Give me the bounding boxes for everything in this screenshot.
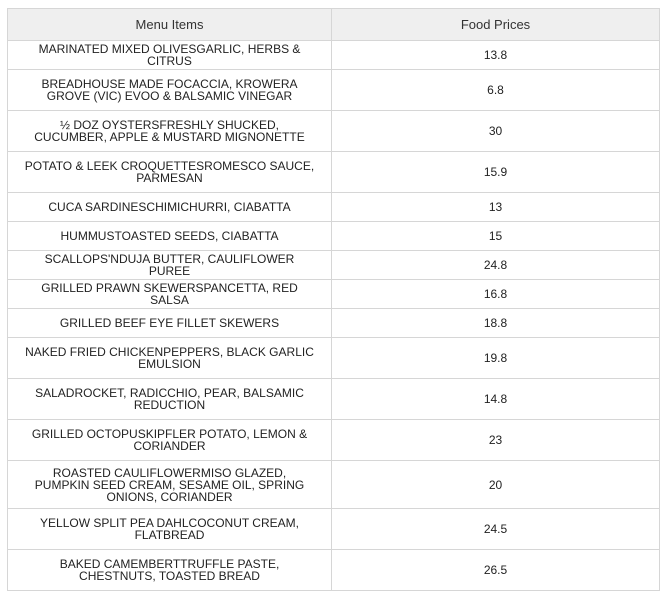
table-body: MARINATED MIXED OLIVESGARLIC, HERBS & CI… <box>7 40 660 591</box>
table-row: HUMMUSTOASTED SEEDS, CIABATTA 15 <box>7 221 660 251</box>
menu-item-cell: GRILLED PRAWN SKEWERSPANCETTA, RED SALSA <box>7 279 332 309</box>
food-price-cell: 14.8 <box>331 378 660 420</box>
table-row: BREADHOUSE MADE FOCACCIA, KROWERA GROVE … <box>7 69 660 111</box>
menu-table-container: Menu Items Food Prices MARINATED MIXED O… <box>7 8 660 591</box>
table-row: ½ DOZ OYSTERSFRESHLY SHUCKED, CUCUMBER, … <box>7 110 660 152</box>
menu-item-cell: NAKED FRIED CHICKENPEPPERS, BLACK GARLIC… <box>7 337 332 379</box>
menu-item-cell: MARINATED MIXED OLIVESGARLIC, HERBS & CI… <box>7 40 332 70</box>
food-price-cell: 13.8 <box>331 40 660 70</box>
table-row: GRILLED PRAWN SKEWERSPANCETTA, RED SALSA… <box>7 279 660 309</box>
food-price-cell: 20 <box>331 460 660 509</box>
column-header-menu-items[interactable]: Menu Items <box>7 8 332 41</box>
food-price-cell: 18.8 <box>331 308 660 338</box>
menu-item-cell: BAKED CAMEMBERTTRUFFLE PASTE, CHESTNUTS,… <box>7 549 332 591</box>
food-price-cell: 16.8 <box>331 279 660 309</box>
menu-item-cell: SALADROCKET, RADICCHIO, PEAR, BALSAMIC R… <box>7 378 332 420</box>
table-row: GRILLED BEEF EYE FILLET SKEWERS 18.8 <box>7 308 660 338</box>
table-row: NAKED FRIED CHICKENPEPPERS, BLACK GARLIC… <box>7 337 660 379</box>
table-row: CUCA SARDINESCHIMICHURRI, CIABATTA 13 <box>7 192 660 222</box>
menu-item-cell: GRILLED BEEF EYE FILLET SKEWERS <box>7 308 332 338</box>
food-price-cell: 15.9 <box>331 151 660 193</box>
food-price-cell: 6.8 <box>331 69 660 111</box>
menu-item-cell: CUCA SARDINESCHIMICHURRI, CIABATTA <box>7 192 332 222</box>
table-row: POTATO & LEEK CROQUETTESROMESCO SAUCE, P… <box>7 151 660 193</box>
table-row: MARINATED MIXED OLIVESGARLIC, HERBS & CI… <box>7 40 660 70</box>
food-price-cell: 24.5 <box>331 508 660 550</box>
table-row: ROASTED CAULIFLOWERMISO GLAZED, PUMPKIN … <box>7 460 660 509</box>
table-row: BAKED CAMEMBERTTRUFFLE PASTE, CHESTNUTS,… <box>7 549 660 591</box>
menu-item-cell: HUMMUSTOASTED SEEDS, CIABATTA <box>7 221 332 251</box>
menu-prices-table: Menu Items Food Prices MARINATED MIXED O… <box>7 8 660 591</box>
food-price-cell: 24.8 <box>331 250 660 280</box>
food-price-cell: 19.8 <box>331 337 660 379</box>
menu-item-cell: GRILLED OCTOPUSKIPFLER POTATO, LEMON & C… <box>7 419 332 461</box>
menu-item-cell: ½ DOZ OYSTERSFRESHLY SHUCKED, CUCUMBER, … <box>7 110 332 152</box>
menu-item-cell: BREADHOUSE MADE FOCACCIA, KROWERA GROVE … <box>7 69 332 111</box>
menu-item-cell: YELLOW SPLIT PEA DAHLCOCONUT CREAM, FLAT… <box>7 508 332 550</box>
table-row: SCALLOPS'NDUJA BUTTER, CAULIFLOWER PUREE… <box>7 250 660 280</box>
table-row: GRILLED OCTOPUSKIPFLER POTATO, LEMON & C… <box>7 419 660 461</box>
menu-item-cell: SCALLOPS'NDUJA BUTTER, CAULIFLOWER PUREE <box>7 250 332 280</box>
food-price-cell: 23 <box>331 419 660 461</box>
food-price-cell: 30 <box>331 110 660 152</box>
menu-item-cell: ROASTED CAULIFLOWERMISO GLAZED, PUMPKIN … <box>7 460 332 509</box>
food-price-cell: 26.5 <box>331 549 660 591</box>
food-price-cell: 15 <box>331 221 660 251</box>
table-header-row: Menu Items Food Prices <box>7 8 660 41</box>
table-row: YELLOW SPLIT PEA DAHLCOCONUT CREAM, FLAT… <box>7 508 660 550</box>
food-price-cell: 13 <box>331 192 660 222</box>
table-row: SALADROCKET, RADICCHIO, PEAR, BALSAMIC R… <box>7 378 660 420</box>
column-header-food-prices[interactable]: Food Prices <box>331 8 660 41</box>
menu-item-cell: POTATO & LEEK CROQUETTESROMESCO SAUCE, P… <box>7 151 332 193</box>
